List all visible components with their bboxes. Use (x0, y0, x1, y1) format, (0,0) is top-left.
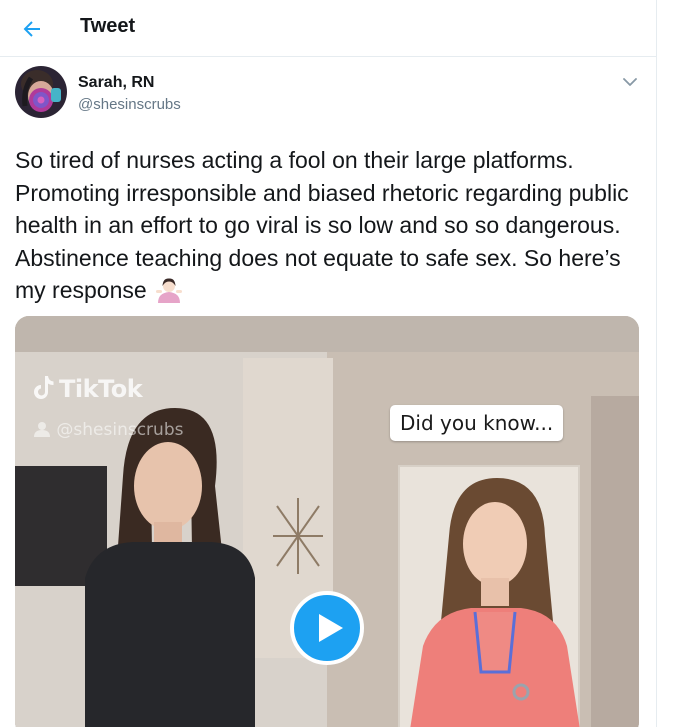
author-handle[interactable]: @shesinscrubs (78, 96, 181, 113)
page-header: Tweet (0, 0, 656, 57)
avatar-image (15, 66, 67, 118)
page-title: Tweet (80, 15, 136, 37)
tweet-detail-column: Tweet Sarah, RN @shesinscrubs So tired o… (0, 0, 657, 727)
tweet-text-block: So tired of nurses acting a fool on thei… (15, 144, 640, 313)
avatar[interactable] (15, 66, 67, 118)
tiktok-watermark: TikTok (33, 374, 143, 406)
tiktok-username: @shesinscrubs (56, 420, 184, 440)
tweet-menu-button[interactable] (620, 72, 640, 92)
author-name[interactable]: Sarah, RN (78, 74, 154, 92)
arrow-left-icon (23, 21, 40, 37)
video-caption: Did you know... (390, 405, 564, 441)
tiktok-logo-icon (33, 374, 55, 406)
tweet-text: So tired of nurses acting a fool on thei… (15, 147, 629, 303)
tiktok-username-watermark: @shesinscrubs (33, 420, 183, 440)
tiktok-brand-label: TikTok (59, 375, 143, 403)
play-button[interactable] (290, 591, 364, 665)
chevron-down-icon (623, 78, 637, 86)
back-button[interactable] (20, 17, 44, 41)
person-shrugging-emoji (155, 276, 183, 313)
user-silhouette-icon (33, 420, 56, 440)
play-icon (290, 591, 364, 665)
